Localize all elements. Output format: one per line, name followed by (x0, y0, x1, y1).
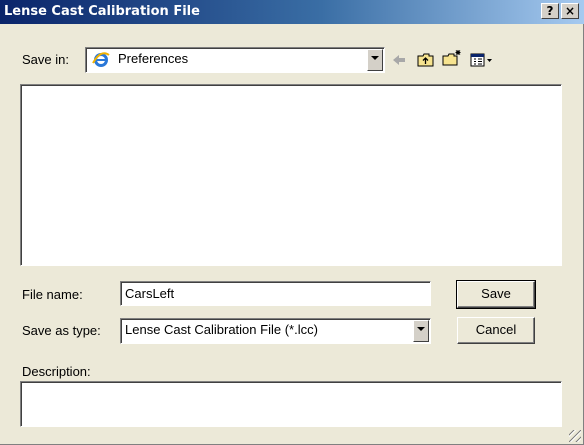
save-in-label: Save in: (22, 52, 69, 67)
save-as-type-dropdown[interactable]: Lense Cast Calibration File (*.lcc) (120, 318, 431, 344)
save-in-dropdown[interactable]: Preferences (85, 47, 385, 73)
file-name-input[interactable]: CarsLeft (120, 281, 431, 306)
cancel-button[interactable]: Cancel (457, 317, 535, 344)
new-folder-icon[interactable] (442, 49, 462, 70)
close-button[interactable]: × (561, 3, 579, 19)
description-input[interactable] (20, 381, 562, 427)
title-bar[interactable]: Lense Cast Calibration File ? × (0, 0, 584, 24)
save-dialog: Lense Cast Calibration File ? × Save in:… (0, 0, 584, 445)
file-name-label: File name: (22, 287, 83, 302)
internet-explorer-icon (92, 51, 110, 72)
resize-grip[interactable] (569, 430, 581, 442)
back-arrow-icon[interactable] (391, 52, 407, 71)
up-folder-icon[interactable] (417, 52, 435, 71)
file-name-value: CarsLeft (125, 286, 175, 301)
chevron-down-icon[interactable] (367, 49, 383, 71)
save-as-type-label: Save as type: (22, 323, 101, 338)
save-as-type-value: Lense Cast Calibration File (*.lcc) (125, 322, 318, 337)
save-in-value: Preferences (118, 51, 189, 66)
help-button[interactable]: ? (541, 3, 559, 19)
view-menu-icon[interactable] (470, 52, 494, 71)
window-title: Lense Cast Calibration File (4, 4, 200, 19)
chevron-down-icon[interactable] (413, 320, 429, 342)
file-list[interactable] (20, 84, 562, 266)
save-button[interactable]: Save (456, 280, 536, 309)
description-label: Description: (22, 364, 91, 379)
